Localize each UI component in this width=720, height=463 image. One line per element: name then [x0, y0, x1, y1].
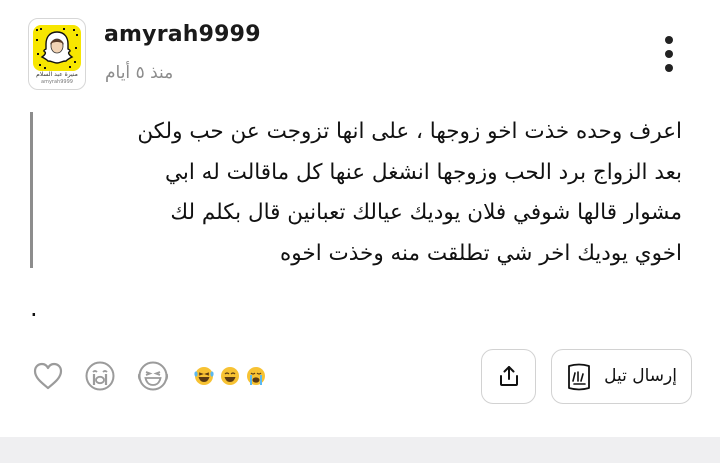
quote-bar	[30, 112, 33, 268]
more-options-icon[interactable]	[656, 32, 682, 76]
laughing-face-icon[interactable]	[136, 360, 170, 392]
quote-line: اعرف وحده خذت اخو زوجها ، على انها تزوجت…	[137, 119, 682, 144]
crying-face-icon[interactable]	[84, 360, 116, 392]
post-timestamp: منذ ٥ أيام	[105, 63, 174, 83]
quote-line: اخوي يوديك اخر شي تطلقت منه وخذت اخوه	[280, 240, 682, 266]
bottom-divider	[0, 437, 720, 463]
avatar-subcaption: amyrah9999	[41, 79, 73, 85]
avatar-caption: منيرة عبد السلام	[36, 71, 78, 78]
share-button[interactable]	[481, 349, 536, 404]
send-tell-button[interactable]: إرسال تيل	[551, 349, 692, 404]
tell-logo-icon	[568, 363, 590, 391]
heart-icon[interactable]	[32, 361, 64, 391]
profile-avatar[interactable]: منيرة عبد السلام amyrah9999	[28, 18, 86, 90]
post-extra-text: .	[30, 294, 38, 322]
snapcode-avatar-icon	[33, 25, 81, 71]
username[interactable]: amyrah9999	[104, 22, 261, 47]
post-quote: اعرف وحده خذت اخو زوجها ، على انها تزوجت…	[46, 112, 682, 274]
share-icon	[500, 366, 518, 386]
quote-line: مشوار قالها شوفي فلان يوديك عيالك تعباني…	[170, 200, 682, 225]
send-tell-label: إرسال تيل	[604, 366, 677, 386]
reaction-emojis-icon[interactable]	[193, 365, 267, 387]
quote-line: بعد الزواج برد الحب وزوجها انشغل عنها كل…	[164, 159, 682, 185]
